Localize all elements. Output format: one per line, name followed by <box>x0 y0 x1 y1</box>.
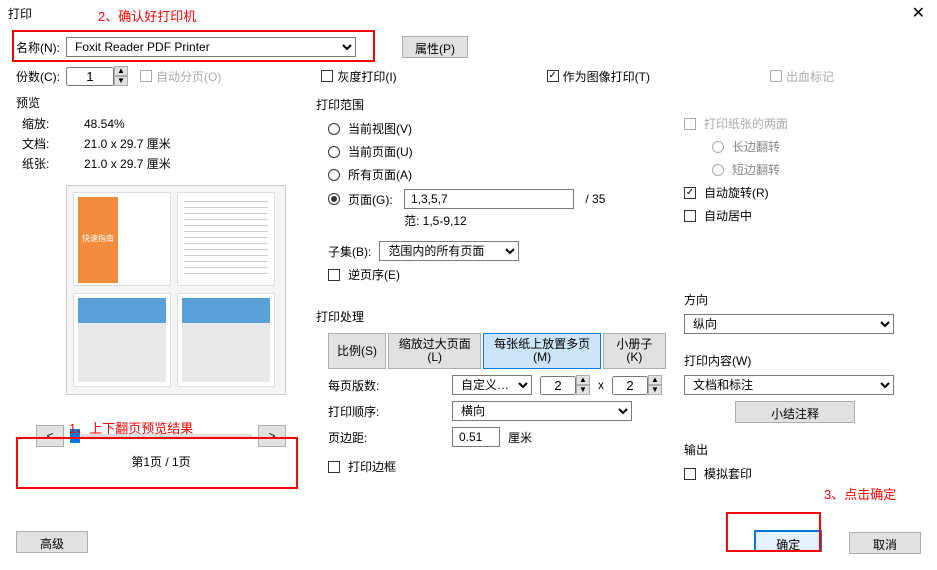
grayscale-label: 灰度打印(I) <box>337 68 396 85</box>
bleed-label: 出血标记 <box>786 68 834 85</box>
properties-button[interactable]: 属性(P) <box>402 36 468 58</box>
grayscale-checkbox[interactable] <box>321 70 333 82</box>
handling-header: 打印处理 <box>316 302 666 329</box>
pages-example: 范: 1,5-9,12 <box>316 212 666 229</box>
short-edge-radio <box>712 164 724 176</box>
thumb-3 <box>73 293 171 387</box>
simulate-checkbox[interactable] <box>684 468 696 480</box>
auto-center-label: 自动居中 <box>704 207 752 224</box>
auto-center-checkbox[interactable] <box>684 210 696 222</box>
rows-input[interactable] <box>612 376 648 395</box>
copies-up[interactable]: ▲ <box>114 66 128 76</box>
auto-rotate-label: 自动旋转(R) <box>704 184 769 201</box>
subset-label: 子集(B): <box>328 243 371 260</box>
zoom-label: 缩放: <box>22 115 82 133</box>
border-label: 打印边框 <box>348 458 396 475</box>
order-select[interactable]: 横向 <box>452 401 632 421</box>
current-view-radio[interactable] <box>328 123 340 135</box>
output-header: 输出 <box>684 441 906 458</box>
margin-label: 页边距: <box>328 429 388 446</box>
paper-label: 纸张: <box>22 155 82 173</box>
summarize-button[interactable]: 小结注释 <box>735 401 855 423</box>
cancel-button[interactable]: 取消 <box>849 532 921 554</box>
current-page-radio[interactable] <box>328 146 340 158</box>
pages-total: / 35 <box>585 192 605 206</box>
cols-up[interactable]: ▲ <box>576 375 590 385</box>
printer-name-label: 名称(N): <box>16 39 60 56</box>
zoom-value: 48.54% <box>84 115 171 133</box>
order-label: 打印顺序: <box>328 403 388 420</box>
pages-radio[interactable] <box>328 193 340 205</box>
subset-select[interactable]: 范围内的所有页面 <box>379 241 519 261</box>
advanced-button[interactable]: 高级 <box>16 531 88 553</box>
copies-input[interactable] <box>66 67 114 86</box>
doc-value: 21.0 x 29.7 厘米 <box>84 135 171 153</box>
rows-up[interactable]: ▲ <box>648 375 662 385</box>
border-checkbox[interactable] <box>328 461 340 473</box>
tab-large[interactable]: 缩放过大页面(L) <box>388 333 481 369</box>
print-content-header: 打印内容(W) <box>684 352 906 369</box>
pps-select[interactable]: 自定义… <box>452 375 532 395</box>
current-page-label: 当前页面(U) <box>348 143 413 160</box>
bleed-checkbox <box>770 70 782 82</box>
pps-label: 每页版数: <box>328 377 388 394</box>
ok-button[interactable]: 确定 <box>754 530 822 552</box>
all-pages-radio[interactable] <box>328 169 340 181</box>
reverse-checkbox[interactable] <box>328 269 340 281</box>
rows-down[interactable]: ▼ <box>648 385 662 395</box>
collate-label: 自动分页(O) <box>156 68 221 85</box>
margin-unit: 厘米 <box>508 429 532 446</box>
next-page-button[interactable]: > <box>258 425 286 447</box>
doc-label: 文档: <box>22 135 82 153</box>
tab-booklet[interactable]: 小册子(K) <box>603 333 666 369</box>
pages-input[interactable] <box>404 189 574 209</box>
orientation-header: 方向 <box>684 291 906 308</box>
print-content-select[interactable]: 文档和标注 <box>684 375 894 395</box>
as-image-checkbox[interactable] <box>547 70 559 82</box>
margin-input[interactable] <box>452 427 500 447</box>
orientation-select[interactable]: 纵向 <box>684 314 894 334</box>
as-image-label: 作为图像打印(T) <box>563 68 650 85</box>
paper-value: 21.0 x 29.7 厘米 <box>84 155 171 173</box>
copies-label: 份数(C): <box>16 68 60 85</box>
by-label: x <box>598 378 604 392</box>
thumb-1 <box>73 192 171 286</box>
annotation-1: 1、上下翻页预览结果 <box>69 418 193 437</box>
tab-multi[interactable]: 每张纸上放置多页(M) <box>483 333 600 369</box>
dialog-title: 打印 <box>8 5 32 22</box>
thumb-2 <box>177 192 275 286</box>
reverse-label: 逆页序(E) <box>348 266 400 283</box>
cols-down[interactable]: ▼ <box>576 385 590 395</box>
page-counter: 第1页 / 1页 <box>16 447 306 476</box>
annotation-2: 2、确认好打印机 <box>98 6 196 25</box>
preview-header: 预览 <box>16 90 306 113</box>
tab-scale[interactable]: 比例(S) <box>328 333 386 369</box>
copies-down[interactable]: ▼ <box>114 76 128 86</box>
printer-select[interactable]: Foxit Reader PDF Printer <box>66 37 356 57</box>
all-pages-label: 所有页面(A) <box>348 166 412 183</box>
annotation-3: 3、点击确定 <box>824 484 896 503</box>
duplex-checkbox <box>684 118 696 130</box>
cols-input[interactable] <box>540 376 576 395</box>
long-edge-radio <box>712 141 724 153</box>
simulate-label: 模拟套印 <box>704 465 752 482</box>
duplex-label: 打印纸张的两面 <box>704 115 788 132</box>
close-icon[interactable]: ✕ <box>908 3 929 23</box>
short-edge-label: 短边翻转 <box>732 161 780 178</box>
pages-label: 页面(G): <box>348 191 393 208</box>
auto-rotate-checkbox[interactable] <box>684 187 696 199</box>
preview-thumbnails <box>66 185 286 395</box>
current-view-label: 当前视图(V) <box>348 120 412 137</box>
long-edge-label: 长边翻转 <box>732 138 780 155</box>
prev-page-button[interactable]: < <box>36 425 64 447</box>
range-header: 打印范围 <box>316 90 666 117</box>
collate-checkbox <box>140 70 152 82</box>
thumb-4 <box>177 293 275 387</box>
